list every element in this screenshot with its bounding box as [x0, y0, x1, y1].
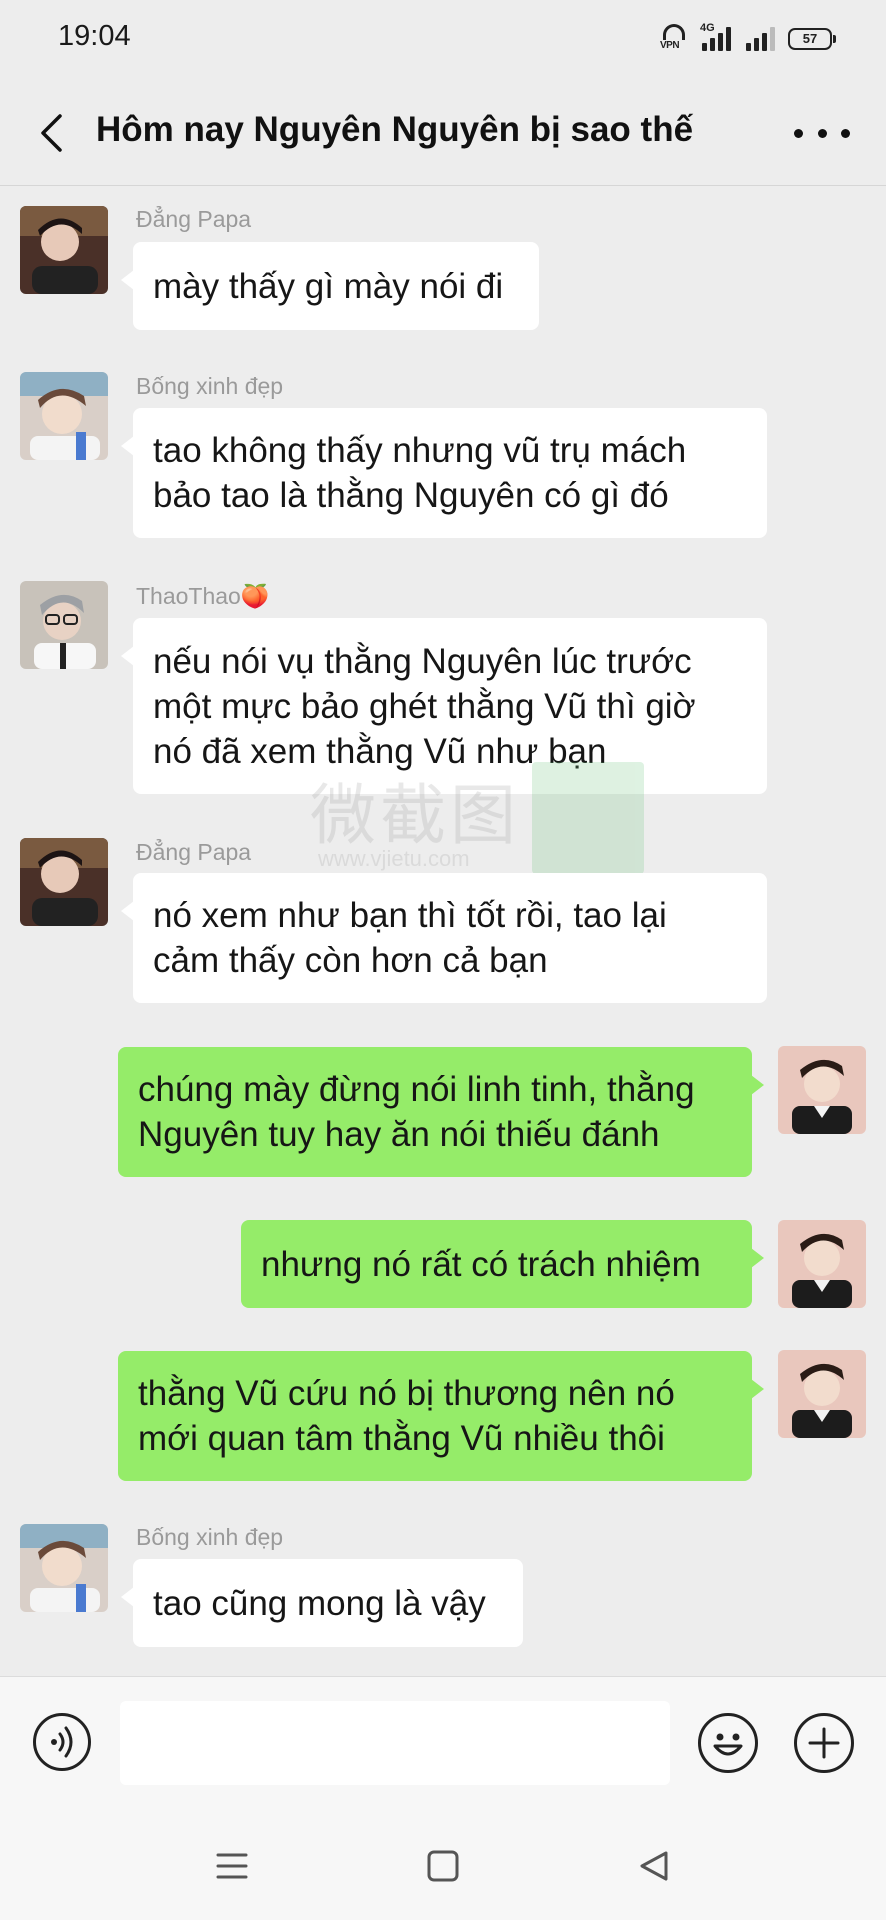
sender-name: Bống xinh đẹp: [136, 1524, 284, 1550]
avatar-dang-papa[interactable]: [20, 838, 108, 926]
signal-4g-icon: 4G: [700, 22, 734, 53]
message-bubble-own[interactable]: nhưng nó rất có trách nhiệm: [241, 1220, 764, 1308]
message-bubble[interactable]: tao không thấy nhưng vũ trụ mách bảo tao…: [121, 408, 767, 538]
message-bubble[interactable]: mày thấy gì mày nói đi: [121, 242, 539, 330]
avatar-dang-papa[interactable]: [20, 206, 108, 294]
sender-name: Bống xinh đẹp: [136, 373, 284, 399]
message-bubble[interactable]: tao cũng mong là vậy: [121, 1559, 523, 1647]
input-bar: [0, 1676, 886, 1808]
message-bubble-own[interactable]: thằng Vũ cứu nó bị thương nên nó mới qua…: [118, 1351, 764, 1481]
message-bubble[interactable]: nó xem như bạn thì tốt rồi, tao lại cảm …: [121, 873, 767, 1003]
avatar-self[interactable]: [778, 1220, 866, 1308]
menu-icon[interactable]: [212, 1846, 252, 1886]
status-bar: 19:04 VPN 4G 57: [0, 0, 886, 80]
battery-icon: 57: [788, 28, 836, 50]
message-bubble[interactable]: nếu nói vụ thằng Nguyên lúc trước một mự…: [121, 618, 767, 794]
plus-icon[interactable]: [794, 1713, 854, 1773]
chat-title: Hôm nay Nguyên Nguyên bị sao thế: [96, 110, 694, 149]
sender-name: Đẳng Papa: [136, 839, 252, 865]
message-input[interactable]: [120, 1701, 670, 1785]
signal-icon: [744, 25, 778, 53]
message-bubble-own[interactable]: chúng mày đừng nói linh tinh, thằng Nguy…: [118, 1047, 764, 1177]
avatar-self[interactable]: [778, 1046, 866, 1134]
home-square-icon[interactable]: [423, 1846, 463, 1886]
vpn-icon: VPN: [660, 24, 690, 54]
chat-header: Hôm nay Nguyên Nguyên bị sao thế: [0, 80, 886, 186]
back-triangle-icon[interactable]: [634, 1846, 674, 1886]
avatar-thaothao[interactable]: [20, 581, 108, 669]
chevron-left-icon[interactable]: [34, 112, 74, 154]
status-time: 19:04: [58, 20, 131, 52]
watermark-url: www.vjietu.com: [318, 846, 470, 871]
sender-name: Đẳng Papa: [136, 206, 252, 232]
emoji-icon[interactable]: [698, 1713, 758, 1773]
avatar-bong-xinh-dep[interactable]: [20, 1524, 108, 1612]
status-icons: VPN 4G 57: [660, 22, 836, 56]
avatar-bong-xinh-dep[interactable]: [20, 372, 108, 460]
more-dots-icon[interactable]: [794, 110, 850, 156]
sender-name: ThaoThao🍑: [136, 583, 270, 609]
voice-icon[interactable]: [33, 1713, 91, 1771]
avatar-self[interactable]: [778, 1350, 866, 1438]
system-nav-bar: [0, 1808, 886, 1920]
